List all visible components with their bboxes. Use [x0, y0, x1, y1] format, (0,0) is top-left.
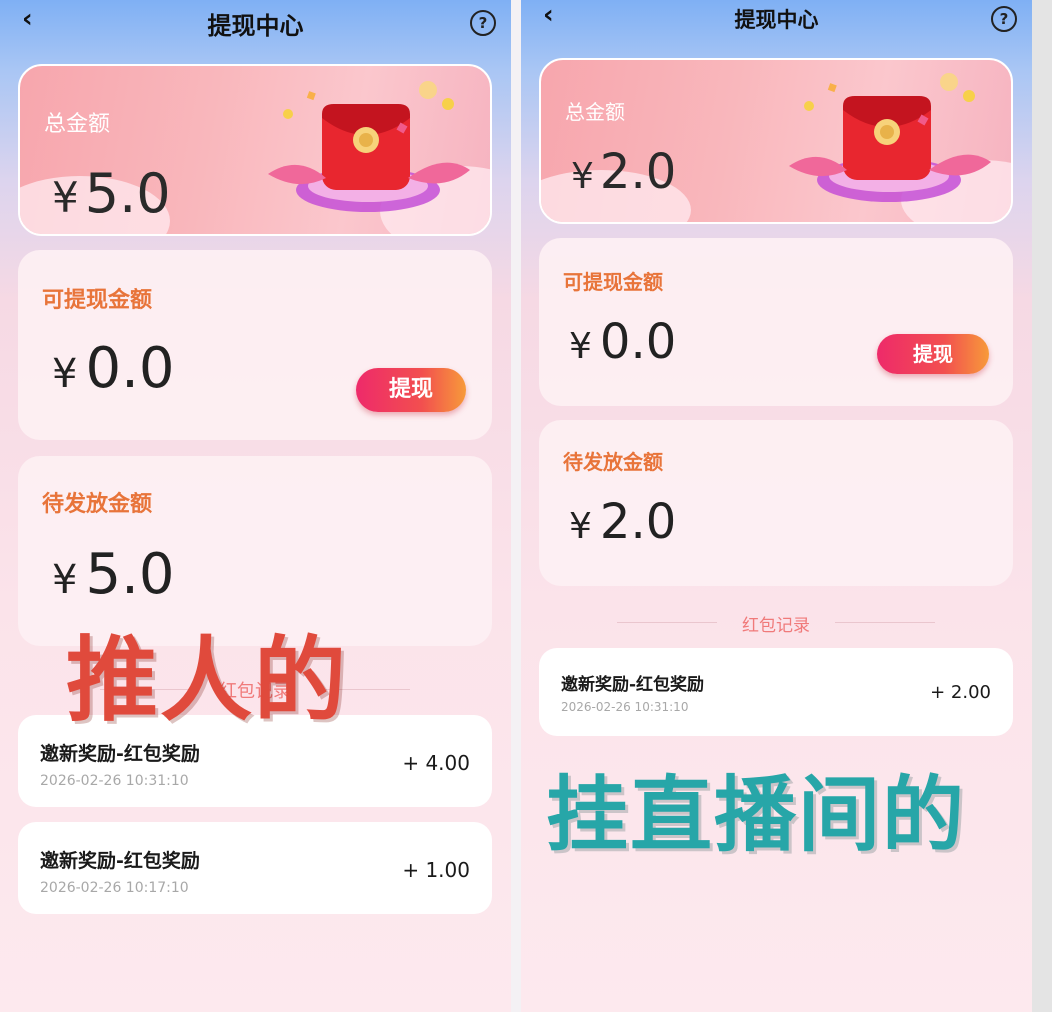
divider-line	[617, 622, 717, 623]
total-amount-banner: 总金额 ¥2.0	[539, 58, 1013, 224]
divider-line	[835, 622, 935, 623]
pending-number: 5.0	[85, 542, 175, 607]
total-amount-label: 总金额	[44, 112, 111, 137]
withdraw-screen-left: ‹ 提现中心 ? 总金额 ¥5.0 可提现金额 ¥0.0 提现 待发放金额 ¥ …	[0, 0, 511, 1012]
record-amount: + 1.00	[402, 858, 470, 882]
withdraw-button[interactable]: 提现	[877, 334, 989, 374]
record-name: 邀新奖励-红包奖励	[561, 675, 705, 695]
record-amount: + 4.00	[402, 751, 470, 775]
record-time: 2026-02-26 10:17:10	[40, 880, 189, 896]
total-amount-banner: 总金额 ¥5.0	[18, 64, 492, 236]
withdrawable-amount: ¥0.0	[569, 314, 676, 370]
record-amount: + 2.00	[930, 682, 991, 703]
record-time: 2026-02-26 10:31:10	[40, 773, 189, 789]
pending-label: 待发放金额	[42, 492, 153, 517]
withdrawable-number: 0.0	[85, 336, 175, 401]
withdrawable-card: 可提现金额 ¥0.0 提现	[18, 250, 492, 440]
currency-symbol: ¥	[569, 506, 592, 547]
record-name: 邀新奖励-红包奖励	[40, 743, 200, 765]
records-title: 红包记录	[742, 616, 810, 636]
total-amount-number: 2.0	[599, 144, 677, 200]
red-envelope-icon	[789, 73, 991, 202]
pending-amount: ¥5.0	[52, 542, 175, 607]
overlay-caption-left: 推人的	[66, 627, 349, 734]
total-amount-label: 总金额	[565, 100, 625, 124]
pending-amount: ¥2.0	[569, 494, 676, 550]
help-icon[interactable]: ?	[470, 10, 496, 36]
currency-symbol: ¥	[52, 557, 78, 603]
page-title: 提现中心	[734, 8, 819, 32]
withdrawable-label: 可提现金额	[42, 288, 153, 313]
currency-symbol: ¥	[571, 156, 594, 197]
record-item[interactable]: 邀新奖励-红包奖励 2026-02-26 10:17:10 + 1.00	[18, 822, 492, 914]
withdrawable-label: 可提现金额	[563, 270, 663, 294]
pending-card: 待发放金额 ¥2.0	[539, 420, 1013, 586]
screen-edge	[1032, 0, 1052, 1012]
record-name: 邀新奖励-红包奖励	[40, 850, 200, 872]
currency-symbol: ¥	[569, 326, 592, 367]
withdraw-button[interactable]: 提现	[356, 368, 466, 412]
pending-number: 2.0	[599, 494, 677, 550]
withdrawable-card: 可提现金额 ¥0.0 提现	[539, 238, 1013, 406]
currency-symbol: ¥	[52, 173, 79, 222]
red-envelope-icon	[268, 81, 470, 212]
pending-label: 待发放金额	[563, 450, 663, 474]
total-amount-number: 5.0	[84, 162, 171, 225]
total-amount-value: ¥5.0	[52, 162, 171, 225]
record-item[interactable]: 邀新奖励-红包奖励 2026-02-26 10:31:10 + 2.00	[539, 648, 1013, 736]
total-amount-value: ¥2.0	[571, 144, 676, 200]
help-icon[interactable]: ?	[991, 6, 1017, 32]
page-title: 提现中心	[207, 12, 304, 40]
record-time: 2026-02-26 10:31:10	[561, 700, 689, 714]
currency-symbol: ¥	[52, 351, 78, 397]
withdrawable-amount: ¥0.0	[52, 336, 175, 401]
overlay-caption-right: 挂直播间的	[546, 768, 967, 863]
withdrawable-number: 0.0	[599, 314, 677, 370]
panel-divider	[511, 0, 521, 1012]
